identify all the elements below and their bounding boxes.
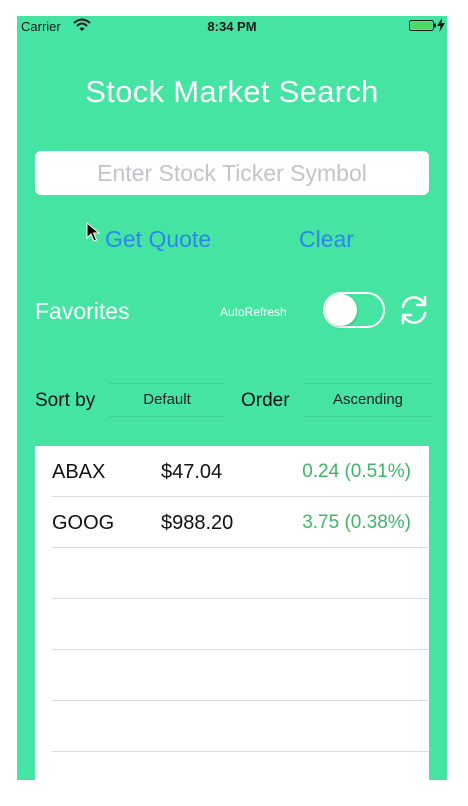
stock-price: $988.20 bbox=[161, 512, 234, 534]
table-row[interactable]: GOOG $988.20 3.75 (0.38%) bbox=[35, 497, 429, 548]
page-title: Stock Market Search bbox=[85, 74, 379, 109]
app-screen: Carrier 8:34 PM Stock Market Search Get … bbox=[17, 16, 447, 780]
autorefresh-label: AutoRefresh bbox=[220, 305, 287, 319]
toggle-knob bbox=[325, 294, 357, 326]
refresh-icon[interactable] bbox=[397, 293, 431, 327]
stock-change: 0.24 (0.51%) bbox=[302, 461, 411, 482]
order-picker[interactable]: Ascending bbox=[303, 383, 433, 417]
empty-table-row bbox=[35, 701, 429, 752]
battery-icon bbox=[409, 20, 436, 31]
status-bar: Carrier 8:34 PM bbox=[17, 16, 447, 38]
clear-button[interactable]: Clear bbox=[299, 226, 354, 253]
mouse-pointer-icon bbox=[86, 222, 100, 242]
order-label: Order bbox=[241, 390, 290, 411]
stock-price: $47.04 bbox=[161, 461, 223, 483]
favorites-heading: Favorites bbox=[35, 298, 130, 324]
stock-change: 3.75 (0.38%) bbox=[302, 512, 411, 533]
row-divider bbox=[52, 751, 429, 752]
charging-bolt-icon bbox=[437, 18, 445, 32]
empty-table-row bbox=[35, 599, 429, 650]
empty-table-row bbox=[35, 650, 429, 701]
get-quote-button[interactable]: Get Quote bbox=[105, 226, 211, 253]
autorefresh-toggle[interactable] bbox=[323, 292, 385, 328]
table-row[interactable]: ABAX $47.04 0.24 (0.51%) bbox=[35, 446, 429, 497]
sort-by-picker[interactable]: Default bbox=[109, 383, 225, 417]
ticker-search-input[interactable] bbox=[35, 151, 429, 195]
stock-symbol: ABAX bbox=[52, 461, 106, 483]
stock-symbol: GOOG bbox=[52, 512, 115, 534]
favorites-table: ABAX $47.04 0.24 (0.51%) GOOG $988.20 3.… bbox=[35, 446, 429, 780]
status-time: 8:34 PM bbox=[207, 19, 257, 34]
empty-table-row bbox=[35, 548, 429, 599]
sort-by-label: Sort by bbox=[35, 390, 96, 411]
